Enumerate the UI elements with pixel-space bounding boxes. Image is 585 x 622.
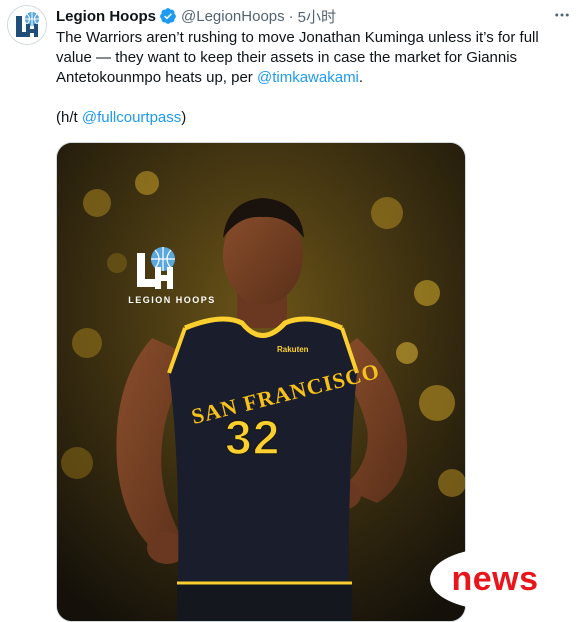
- display-name[interactable]: Legion Hoops: [56, 8, 156, 25]
- ht-suffix: ): [181, 109, 187, 126]
- legion-hoops-watermark-label: LEGION HOOPS: [128, 295, 216, 305]
- avatar[interactable]: [7, 5, 47, 45]
- more-options-icon: [555, 13, 569, 17]
- mention-link-timkawakami[interactable]: @timkawakami: [257, 69, 359, 86]
- verified-badge-icon: [160, 8, 176, 24]
- jersey-number: 32: [224, 411, 281, 466]
- news-badge: news: [430, 548, 560, 610]
- ht-prefix: (h/t: [56, 109, 82, 126]
- tweet-media-image[interactable]: LEGION HOOPS Rakuten SAN FRANCISCO 32: [56, 142, 466, 622]
- player-photo-illustration: [57, 143, 465, 621]
- news-badge-text: news: [451, 559, 539, 598]
- jersey-sponsor: Rakuten: [277, 345, 309, 354]
- timestamp[interactable]: 5小时: [298, 6, 336, 27]
- user-handle[interactable]: @LegionHoops: [181, 8, 285, 25]
- tweet-paragraph-main: The Warriors aren’t rushing to move Jona…: [56, 28, 566, 88]
- tweet-body-period: .: [358, 69, 364, 86]
- tweet-paragraph-credit: (h/t @fullcourtpass): [56, 108, 566, 128]
- separator-dot: ·: [288, 7, 294, 25]
- tweet-text: The Warriors aren’t rushing to move Jona…: [56, 28, 566, 128]
- tweet-header: Legion Hoops @LegionHoops · 5小时: [56, 6, 336, 26]
- legion-hoops-avatar-logo-icon: [8, 6, 46, 44]
- more-options-button[interactable]: [548, 4, 576, 26]
- mention-link-fullcourtpass[interactable]: @fullcourtpass: [82, 109, 181, 126]
